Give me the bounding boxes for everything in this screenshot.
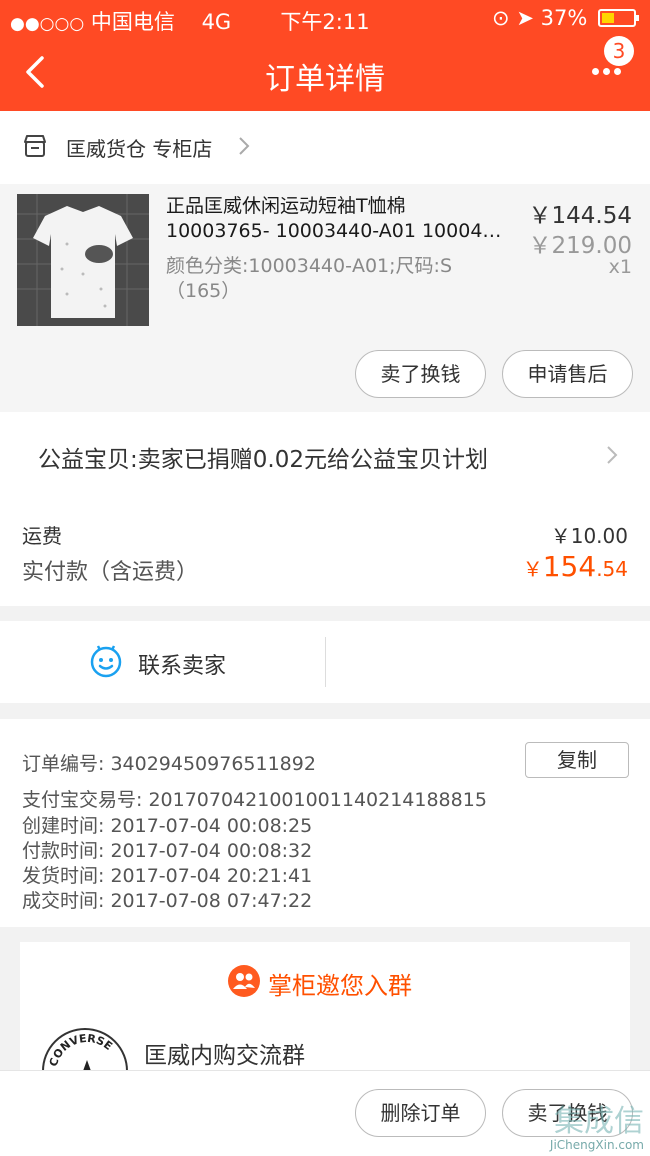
product-image[interactable]: [17, 194, 149, 326]
shop-row[interactable]: 匡威货仓 专柜店: [0, 111, 650, 184]
group-name: 匡威内购交流群: [144, 1043, 305, 1069]
chat-smile-icon[interactable]: [89, 645, 123, 679]
product-price: ￥144.54: [528, 203, 632, 229]
shipping-value: ￥10.00: [550, 524, 628, 548]
watermark: 集成信 JiChengXin.com: [549, 1104, 644, 1153]
store-icon: [24, 135, 46, 157]
chevron-right-icon: [239, 137, 250, 155]
product-title-line1: 正品匡威休闲运动短袖T恤棉: [166, 195, 406, 217]
contact-seller-button[interactable]: 联系卖家: [138, 648, 226, 680]
copy-button[interactable]: 复制: [525, 742, 629, 778]
delete-order-button[interactable]: 删除订单: [355, 1089, 486, 1137]
alipay-number: 支付宝交易号: 2017070421001001140214188815: [22, 789, 487, 811]
product-quantity: x1: [608, 256, 632, 278]
shipped-time: 发货时间: 2017-07-04 20:21:41: [22, 865, 313, 887]
svg-text:CONVERSE: CONVERSE: [47, 1032, 115, 1068]
product-title: 正品匡威休闲运动短袖T恤棉 10003765- 10003440-A01 100…: [166, 194, 516, 244]
shop-name: 匡威货仓 专柜店: [66, 137, 213, 161]
after-sale-button[interactable]: 申请售后: [502, 350, 633, 398]
chevron-right-icon[interactable]: [604, 442, 620, 468]
page-title: 订单详情: [265, 62, 385, 97]
product-original-price: ￥219.00: [528, 233, 632, 259]
logo-text: CONVERSE: [47, 1032, 115, 1068]
product-sku: 颜色分类:10003440-A01;尺码:S（165）: [166, 255, 453, 302]
message-badge: 3: [604, 36, 634, 66]
charity-payment-section: 公益宝贝:卖家已捐赠0.02元给公益宝贝计划 运费 ￥10.00 实付款（含运费…: [0, 412, 650, 606]
charity-text[interactable]: 公益宝贝:卖家已捐赠0.02元给公益宝贝计划: [38, 440, 488, 474]
watermark-url: JiChengXin.com: [549, 1138, 644, 1152]
top-bar: ●●○○○ 中国电信 4G 下午2:11 ⊙ ➤ 37% 订单详情 3: [0, 0, 650, 111]
sell-button[interactable]: 卖了换钱: [355, 350, 486, 398]
order-number: 订单编号: 34029450976511892: [22, 753, 316, 775]
status-right: ⊙ ➤ 37%: [492, 6, 639, 30]
battery-icon: [598, 9, 639, 27]
watermark-logo: 集成信: [554, 1104, 644, 1139]
paid-amount: ￥154.54: [523, 550, 628, 583]
product-title-line2: 10003765- 10003440-A01 10004…: [166, 220, 502, 242]
paid-currency: ￥: [522, 557, 543, 581]
completed-time: 成交时间: 2017-07-08 07:47:22: [22, 890, 313, 912]
contact-section: 联系卖家: [0, 621, 650, 703]
location-icon: ➤: [516, 6, 534, 30]
product-card[interactable]: 正品匡威休闲运动短袖T恤棉 10003765- 10003440-A01 100…: [0, 184, 650, 412]
battery-percent: 37%: [540, 6, 588, 30]
paid-time: 付款时间: 2017-07-04 00:08:32: [22, 840, 313, 862]
group-icon: [228, 965, 260, 997]
created-time: 创建时间: 2017-07-04 00:08:25: [22, 815, 313, 837]
paid-decimal: .54: [596, 557, 628, 581]
rotation-lock-icon: ⊙: [492, 6, 510, 30]
bottom-action-bar: 删除订单 卖了换钱 集成信 JiChengXin.com: [0, 1070, 650, 1156]
divider: [325, 637, 326, 687]
paid-label: 实付款（含运费）: [22, 560, 199, 585]
order-info-section: 订单编号: 34029450976511892 复制 支付宝交易号: 20170…: [0, 719, 650, 927]
group-invite-title: 掌柜邀您入群: [268, 972, 412, 1000]
status-bar: ●●○○○ 中国电信 4G 下午2:11 ⊙ ➤ 37%: [0, 0, 650, 36]
shipping-label: 运费: [22, 524, 62, 548]
paid-integer: 154: [542, 550, 597, 583]
